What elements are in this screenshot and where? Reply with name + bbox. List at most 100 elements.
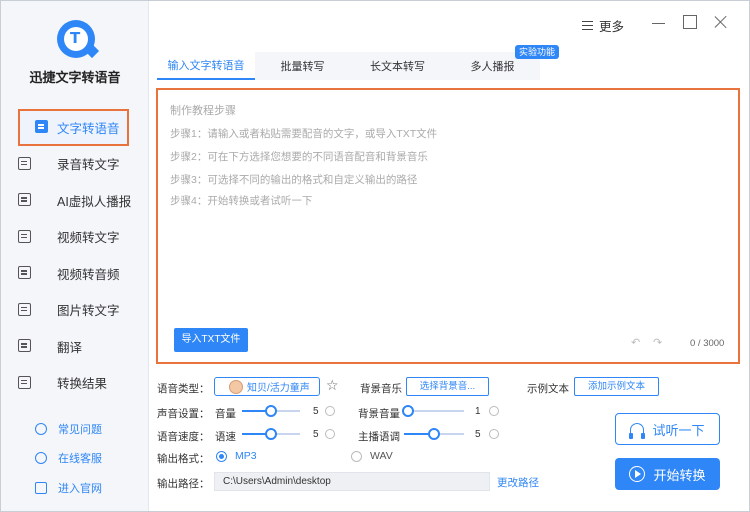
tab-bar: 输入文字转语音 批量转写 长文本转写 多人播报 xyxy=(157,52,540,80)
change-path-link[interactable]: 更改路径 xyxy=(497,475,539,490)
minimize-button[interactable] xyxy=(652,15,666,29)
play-icon xyxy=(629,466,646,482)
video-audio-icon xyxy=(18,266,31,280)
more-label: 更多 xyxy=(599,20,625,34)
help-label: 进入官网 xyxy=(58,482,102,495)
sidebar: 迅捷文字转语音 文字转语音 录音转文字 AI虚拟人播报 视频转文字 视频转音频 … xyxy=(1,1,149,511)
tab-text-input[interactable]: 输入文字转语音 xyxy=(157,52,255,80)
video-text-icon xyxy=(18,229,31,243)
sidebar-item-label: 图片转文字 xyxy=(57,304,120,319)
sidebar-item-ai-avatar[interactable]: AI虚拟人播报 xyxy=(1,182,149,219)
pitch-value: 5 xyxy=(475,429,481,440)
sidebar-item-results[interactable]: 转换结果 xyxy=(1,365,149,402)
bg-music-label: 背景音乐 xyxy=(360,383,402,395)
sidebar-item-label: 视频转音频 xyxy=(57,267,120,282)
faq-link[interactable]: 常见问题 xyxy=(1,414,149,444)
sample-text-label: 示例文本 xyxy=(527,383,569,395)
output-format-label: 输出格式： xyxy=(157,453,210,465)
tutorial-step: 步骤3：可选择不同的输出的格式和自定义输出的路径 xyxy=(170,174,418,186)
bg-volume-value: 1 xyxy=(475,406,481,417)
wav-label: WAV xyxy=(370,450,393,462)
voice-name: 知贝/活力童声 xyxy=(247,383,310,394)
sidebar-item-video-to-audio[interactable]: 视频转音频 xyxy=(1,255,149,292)
close-button[interactable] xyxy=(714,15,728,29)
sidebar-item-label: 转换结果 xyxy=(57,377,108,392)
reset-bg-volume-icon[interactable] xyxy=(489,406,499,416)
online-support-link[interactable]: 在线客服 xyxy=(1,444,149,474)
tab-batch[interactable]: 批量转写 xyxy=(255,52,350,80)
wav-radio[interactable] xyxy=(351,451,362,462)
app-logo-icon xyxy=(57,20,100,59)
image-text-icon xyxy=(18,302,31,316)
speed-slider[interactable] xyxy=(242,428,300,440)
tutorial-step: 步骤1：请输入或者粘贴需要配音的文字，或导入TXT文件 xyxy=(170,128,438,140)
app-title: 迅捷文字转语音 xyxy=(29,70,121,85)
sidebar-item-image-to-text[interactable]: 图片转文字 xyxy=(1,292,149,329)
sidebar-item-video-to-text[interactable]: 视频转文字 xyxy=(1,219,149,256)
recording-icon xyxy=(18,156,31,170)
sidebar-item-label: 录音转文字 xyxy=(57,158,120,173)
sidebar-item-label: AI虚拟人播报 xyxy=(57,194,132,209)
speech-speed-label: 语音速度： xyxy=(157,431,210,443)
bg-volume-label: 背景音量 xyxy=(358,408,400,420)
question-icon xyxy=(35,422,47,435)
text-input-area[interactable]: 制作教程步骤 步骤1：请输入或者粘贴需要配音的文字，或导入TXT文件 步骤2：可… xyxy=(156,88,740,364)
tab-long-text[interactable]: 长文本转写 xyxy=(350,52,445,80)
help-links: 常见问题 在线客服 进入官网 xyxy=(1,414,149,503)
monitor-icon xyxy=(35,481,47,494)
volume-slider[interactable] xyxy=(242,405,300,417)
sidebar-item-text-to-speech[interactable]: 文字转语音 xyxy=(18,109,129,146)
sidebar-item-label: 文字转语音 xyxy=(57,121,120,136)
help-label: 常见问题 xyxy=(58,423,102,436)
results-icon xyxy=(18,375,31,389)
voice-avatar xyxy=(229,379,243,394)
favorite-star-icon[interactable]: ☆ xyxy=(326,379,339,393)
reset-pitch-icon[interactable] xyxy=(489,429,499,439)
start-convert-button[interactable]: 开始转换 xyxy=(615,458,720,490)
volume-label: 音量 xyxy=(215,408,236,420)
sidebar-item-recording-to-text[interactable]: 录音转文字 xyxy=(1,146,149,183)
redo-icon[interactable]: ↷ xyxy=(653,336,665,349)
official-site-link[interactable]: 进入官网 xyxy=(1,473,149,503)
mp3-label: MP3 xyxy=(235,450,257,462)
output-path-label: 输出路径： xyxy=(157,478,210,490)
tutorial-step: 步骤2：可在下方选择您想要的不同语音配音和背景音乐 xyxy=(170,151,428,163)
slider-handle[interactable] xyxy=(428,428,440,440)
output-path-field[interactable]: C:\Users\Admin\desktop xyxy=(214,472,490,491)
sidebar-item-translate[interactable]: 翻译 xyxy=(1,328,149,365)
reset-volume-icon[interactable] xyxy=(325,406,335,416)
convert-label: 开始转换 xyxy=(653,467,706,483)
menu-icon xyxy=(582,21,593,30)
slider-handle[interactable] xyxy=(265,405,277,417)
import-txt-button[interactable]: 导入TXT文件 xyxy=(174,328,248,352)
maximize-button[interactable] xyxy=(683,15,697,29)
volume-value: 5 xyxy=(313,406,319,417)
char-counter: 0 / 3000 xyxy=(690,338,725,349)
headphones-icon xyxy=(629,423,646,439)
add-sample-text-button[interactable]: 添加示例文本 xyxy=(574,377,659,396)
speed-label: 语速 xyxy=(215,431,236,443)
headset-icon xyxy=(35,452,47,465)
help-label: 在线客服 xyxy=(58,453,102,466)
voice-selector[interactable]: 知贝/活力童声 xyxy=(214,377,320,396)
tutorial-title: 制作教程步骤 xyxy=(170,105,236,117)
experimental-badge: 实验功能 xyxy=(515,45,560,59)
pitch-label: 主播语调 xyxy=(358,431,400,443)
speed-value: 5 xyxy=(313,429,319,440)
ai-avatar-icon xyxy=(18,193,31,207)
bg-volume-slider[interactable] xyxy=(402,405,464,417)
sidebar-nav: 文字转语音 录音转文字 AI虚拟人播报 视频转文字 视频转音频 图片转文字 翻译 xyxy=(1,109,149,401)
slider-handle[interactable] xyxy=(402,405,414,417)
slider-handle[interactable] xyxy=(265,428,277,440)
mp3-radio[interactable] xyxy=(216,451,227,462)
choose-bg-music-button[interactable]: 选择背景音... xyxy=(406,377,489,396)
more-menu-button[interactable]: 更多 xyxy=(582,16,624,35)
translate-icon xyxy=(18,339,31,353)
preview-listen-button[interactable]: 试听一下 xyxy=(615,413,720,445)
undo-icon[interactable]: ↶ xyxy=(631,336,643,349)
pitch-slider[interactable] xyxy=(404,428,464,440)
reset-speed-icon[interactable] xyxy=(325,429,335,439)
voice-type-label: 语音类型： xyxy=(157,383,210,395)
sound-settings-label: 声音设置： xyxy=(157,408,210,420)
text-to-speech-icon xyxy=(35,120,48,134)
